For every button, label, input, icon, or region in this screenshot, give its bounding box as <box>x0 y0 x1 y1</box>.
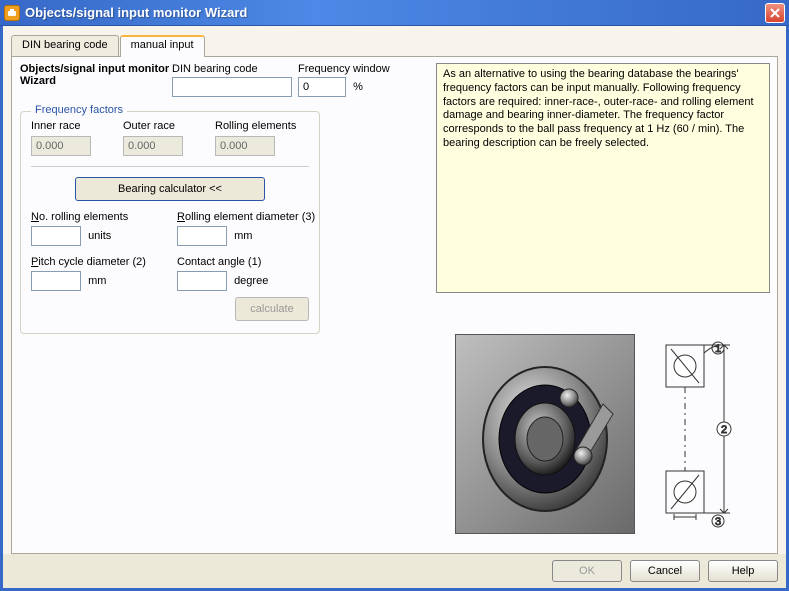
bearing-diagram: 1 3 <box>641 334 751 534</box>
rolling-elements-input <box>215 136 275 156</box>
help-button[interactable]: Help <box>708 560 778 582</box>
outer-race-col: Outer race <box>123 120 183 156</box>
rolling-elements-label: Rolling elements <box>215 120 296 132</box>
left-column: Objects/signal input monitor Wizard DIN … <box>20 63 430 334</box>
pitch-cell: Pitch cycle diameter (2) mm <box>31 256 171 291</box>
titlebar-text: Objects/signal input monitor Wizard <box>25 5 765 20</box>
din-bearing-code-input[interactable] <box>172 77 292 97</box>
inner-race-input <box>31 136 91 156</box>
contact-input[interactable] <box>177 271 227 291</box>
inner-race-label: Inner race <box>31 120 91 132</box>
titlebar: Objects/signal input monitor Wizard <box>0 0 789 26</box>
freq-window-block: Frequency window % <box>298 63 390 97</box>
bearing-photo <box>455 334 635 534</box>
roll-diam-label: Rolling element diameter (3) <box>177 211 317 223</box>
wizard-title: Objects/signal input monitor Wizard <box>20 63 172 87</box>
tab-content: Objects/signal input monitor Wizard DIN … <box>11 56 778 554</box>
din-block: DIN bearing code <box>172 63 298 97</box>
pitch-input[interactable] <box>31 271 81 291</box>
no-rolling-label: No. rolling elements <box>31 211 171 223</box>
app-icon <box>4 5 20 21</box>
calc-grid: No. rolling elements units Rolling eleme… <box>31 211 309 291</box>
divider <box>31 166 309 167</box>
bearing-diagram-svg: 1 3 <box>646 339 746 529</box>
rolling-elements-col: Rolling elements <box>215 120 296 156</box>
header-row: Objects/signal input monitor Wizard DIN … <box>20 63 430 97</box>
factors-row: Inner race Outer race Rolling elements <box>31 120 309 156</box>
close-icon <box>770 8 780 18</box>
no-rolling-unit: units <box>88 230 111 242</box>
window: Objects/signal input monitor Wizard DIN … <box>0 0 789 591</box>
diagram-mark-3: 3 <box>715 516 721 528</box>
calculate-button: calculate <box>235 297 309 321</box>
din-label: DIN bearing code <box>172 63 298 75</box>
roll-diam-input[interactable] <box>177 226 227 246</box>
no-rolling-input[interactable] <box>31 226 81 246</box>
percent-label: % <box>353 81 363 93</box>
tab-din-bearing-code[interactable]: DIN bearing code <box>11 35 119 57</box>
bearing-photo-svg <box>465 344 625 524</box>
button-bar: OK Cancel Help <box>3 554 786 588</box>
contact-label: Contact angle (1) <box>177 256 317 268</box>
close-button[interactable] <box>765 3 785 23</box>
roll-diam-unit: mm <box>234 230 252 242</box>
diagram-mark-2: 2 <box>721 424 727 436</box>
tabs: DIN bearing code manual input <box>11 34 778 56</box>
help-text: As an alternative to using the bearing d… <box>436 63 770 293</box>
outer-race-label: Outer race <box>123 120 183 132</box>
outer-race-input <box>123 136 183 156</box>
contact-unit: degree <box>234 275 268 287</box>
wizard-title-block: Objects/signal input monitor Wizard <box>20 63 172 97</box>
cancel-button[interactable]: Cancel <box>630 560 700 582</box>
tab-manual-input[interactable]: manual input <box>120 35 205 57</box>
roll-diam-cell: Rolling element diameter (3) mm <box>177 211 317 246</box>
pitch-unit: mm <box>88 275 106 287</box>
bearing-calculator-button[interactable]: Bearing calculator << <box>75 177 265 201</box>
image-area: 1 3 <box>436 317 770 551</box>
contact-cell: Contact angle (1) degree <box>177 256 317 291</box>
ok-button: OK <box>552 560 622 582</box>
freq-window-label: Frequency window <box>298 63 390 75</box>
outer-panel: DIN bearing code manual input Objects/si… <box>0 26 789 591</box>
freq-window-input[interactable] <box>298 77 346 97</box>
pitch-label: Pitch cycle diameter (2) <box>31 256 171 268</box>
frequency-factors-group: Frequency factors Inner race Outer race … <box>20 111 320 334</box>
inner-race-col: Inner race <box>31 120 91 156</box>
no-rolling-cell: No. rolling elements units <box>31 211 171 246</box>
frequency-factors-title: Frequency factors <box>31 104 127 116</box>
